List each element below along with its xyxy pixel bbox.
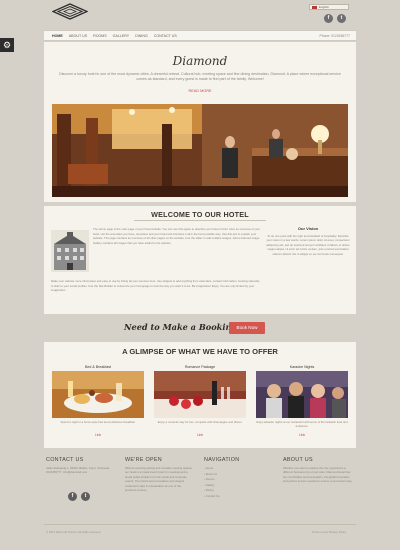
- settings-gear-icon[interactable]: ⚙: [0, 38, 14, 52]
- hotel-lobby-photo: [52, 104, 348, 197]
- page: ⚙ English f t Home About Us Rooms Galler…: [0, 0, 400, 550]
- vision-block: Our Vision To do one point with the righ…: [266, 226, 350, 257]
- slider-prev-arrow[interactable]: [44, 147, 48, 155]
- breakfast-photo: [52, 371, 144, 418]
- welcome-body-more: Make your website more informative and e…: [51, 279, 260, 293]
- copyright-text: © 2014 Diamond Theme. All rights reserve…: [46, 530, 102, 534]
- card-link[interactable]: Link: [154, 433, 246, 437]
- twitter-icon[interactable]: t: [337, 14, 346, 23]
- welcome-section: WELCOME TO OUR HOTEL The Home page is th…: [44, 206, 356, 314]
- footer-legal-links[interactable]: Terms of use Privacy Policy: [312, 530, 346, 534]
- card-link[interactable]: Link: [256, 433, 348, 437]
- glimpse-section: A GLIMPSE OF WHAT WE HAVE TO OFFER Bed &…: [44, 342, 356, 448]
- footer-contact-text: Jalan Sekupang 1, 29444, Batam, Kepri, I…: [46, 466, 110, 475]
- card-text: Enjoy a romantic stay for two, complete …: [157, 420, 243, 424]
- facebook-icon[interactable]: f: [68, 492, 77, 501]
- card-text: Spend a night in a home-style bed and a …: [60, 420, 136, 424]
- language-select[interactable]: English: [309, 4, 349, 10]
- footer-navigation: NAVIGATION Home About Us Rooms Gallery D…: [204, 457, 264, 500]
- offer-card-karaoke: Karaoke Nights Enjoy karaoke nights at o…: [256, 365, 348, 437]
- language-label: English: [319, 5, 329, 9]
- footer-about-text: Whether you want to explore the city, ex…: [283, 466, 353, 484]
- welcome-divider: [134, 220, 266, 221]
- hero-section: Diamond Discover a luxury hotel in one o…: [44, 42, 356, 202]
- footer-divider: [44, 524, 356, 525]
- slider-next-arrow[interactable]: [352, 147, 356, 155]
- hero-read-more-link[interactable]: READ MORE: [44, 89, 356, 93]
- footer-open: WE'RE OPEN With an amazing setting and v…: [125, 457, 193, 492]
- diamond-logo[interactable]: [52, 3, 88, 20]
- nav-item-gallery[interactable]: Gallery: [113, 34, 130, 38]
- header-social: f t: [324, 14, 346, 23]
- offer-card-bed-breakfast: Bed & Breakfast Spend a night in a home-…: [52, 365, 144, 437]
- main-nav: Home About Us Rooms Gallery Dining Conta…: [44, 30, 356, 41]
- footer-about-heading: ABOUT US: [283, 457, 313, 463]
- flag-icon: [312, 5, 317, 9]
- welcome-body: The Home page is the main page of your h…: [93, 227, 261, 245]
- welcome-title: WELCOME TO OUR HOTEL: [151, 210, 249, 219]
- hero-title: Diamond: [172, 54, 228, 68]
- nav-item-home[interactable]: Home: [52, 34, 63, 38]
- nav-item-dining[interactable]: Dining: [135, 34, 148, 38]
- footer-about: ABOUT US Whether you want to explore the…: [283, 457, 353, 484]
- footer-open-heading: WE'RE OPEN: [125, 457, 162, 463]
- twitter-icon[interactable]: t: [81, 492, 90, 501]
- karaoke-photo: [256, 371, 348, 418]
- footer-open-text: With an amazing setting and versatile me…: [125, 466, 193, 493]
- nav-item-about[interactable]: About Us: [69, 34, 87, 38]
- vision-text: To do one point with the right and stand…: [266, 233, 350, 256]
- card-link[interactable]: Link: [52, 433, 144, 437]
- romance-photo: [154, 371, 246, 418]
- footer-nav-contact[interactable]: Contact Us: [204, 494, 264, 500]
- hotel-building-photo: [51, 230, 89, 272]
- book-now-button[interactable]: Book Now: [229, 322, 265, 334]
- offer-card-romance: Romance Package Enjoy a romantic stay fo…: [154, 365, 246, 437]
- booking-question: Need to Make a Booking?: [124, 322, 242, 332]
- glimpse-title: A GLIMPSE OF WHAT WE HAVE TO OFFER: [122, 347, 278, 356]
- footer-contact-heading: CONTACT US: [46, 457, 84, 463]
- header-phone: Phone: 0123456777: [319, 33, 350, 38]
- card-text: Enjoy karaoke nights at our restaurant w…: [256, 420, 348, 428]
- footer-contact: CONTACT US Jalan Sekupang 1, 29444, Bata…: [46, 457, 112, 475]
- footer-social: f t: [68, 492, 90, 501]
- nav-item-contact[interactable]: Contact Us: [154, 34, 177, 38]
- vision-title: Our Vision: [297, 226, 319, 231]
- footer-nav-heading: NAVIGATION: [204, 457, 240, 463]
- facebook-icon[interactable]: f: [324, 14, 333, 23]
- hero-text: Discover a luxury hotel in one of the mo…: [59, 72, 341, 81]
- nav-item-rooms[interactable]: Rooms: [93, 34, 107, 38]
